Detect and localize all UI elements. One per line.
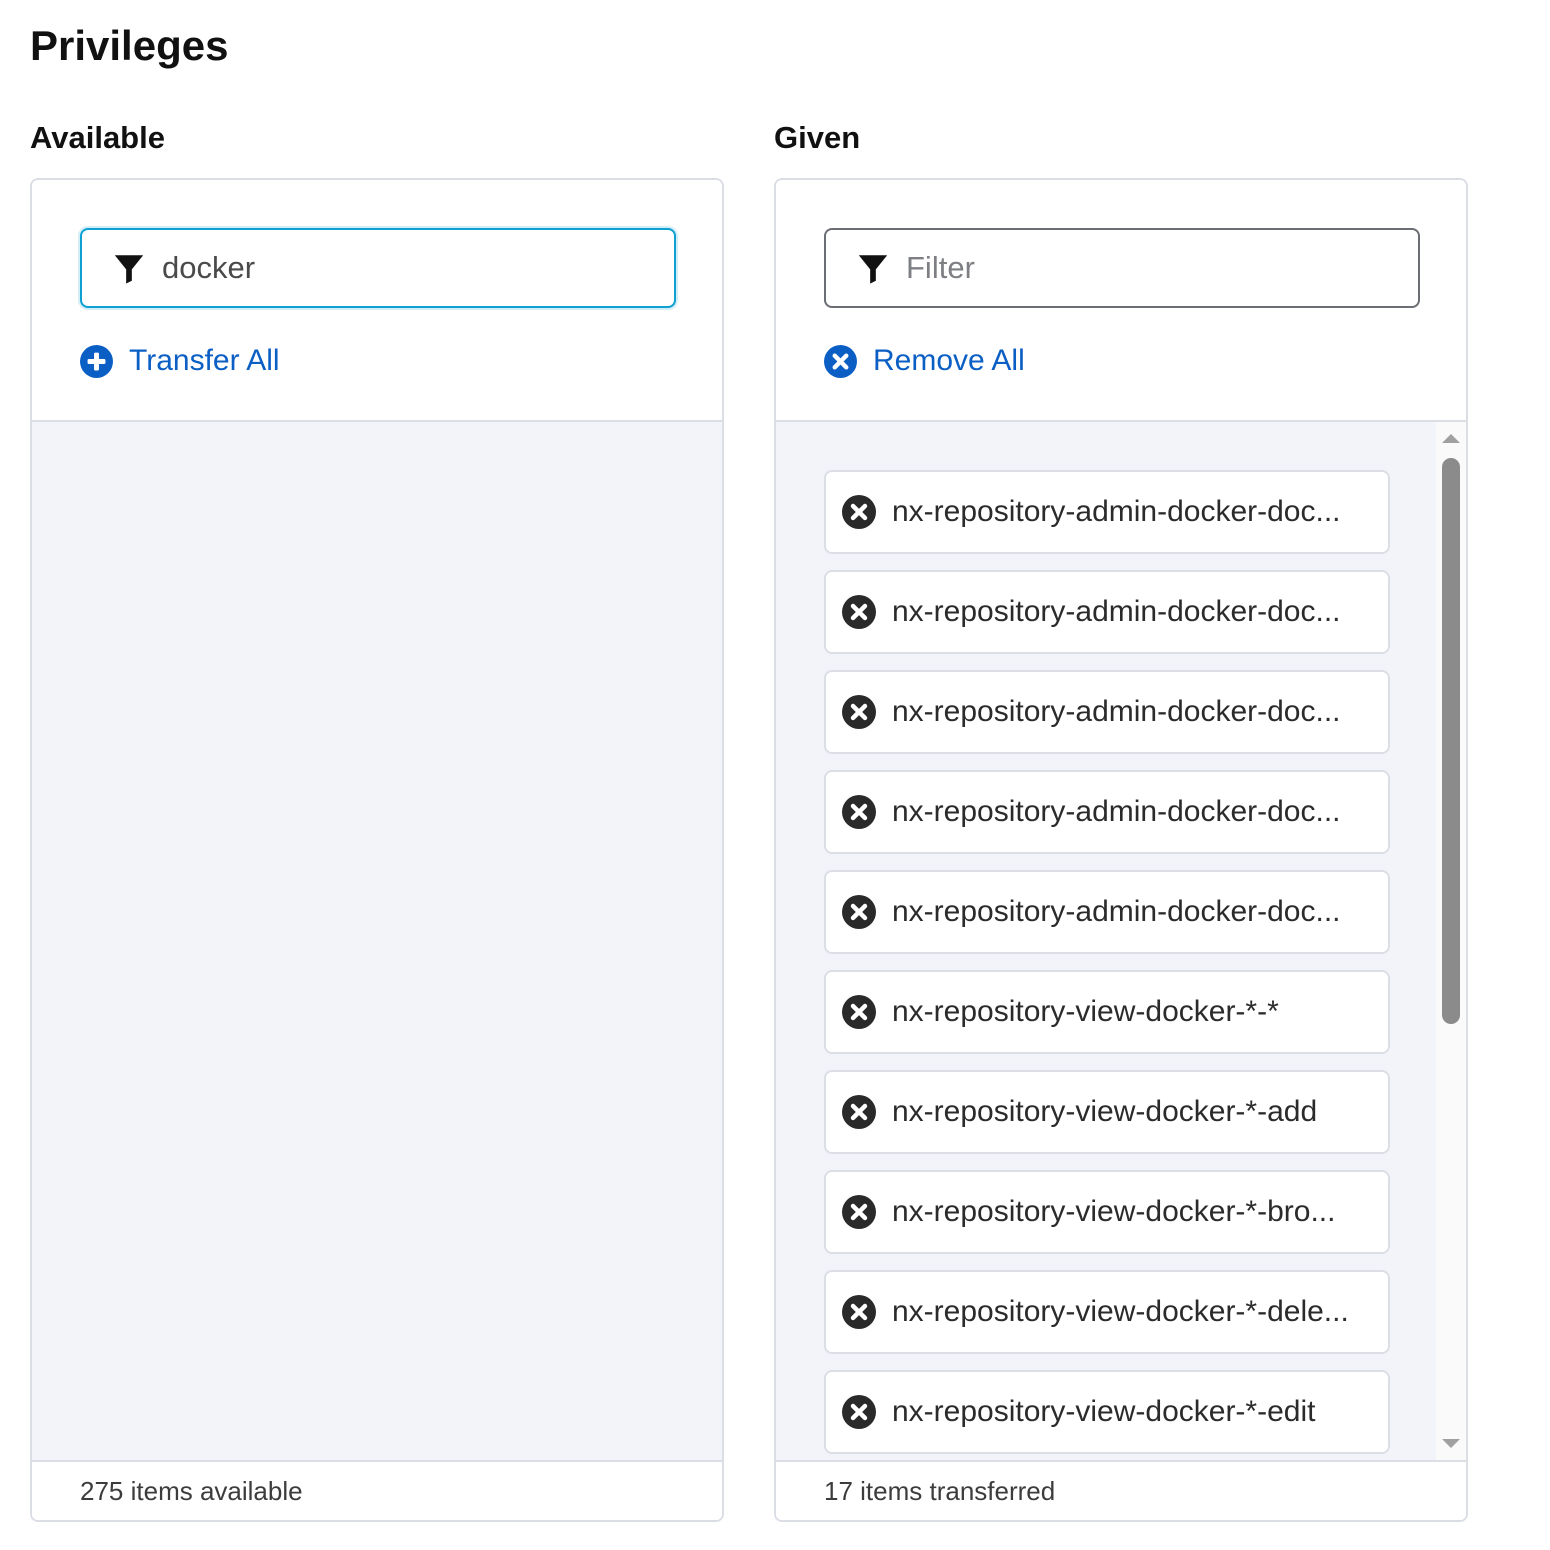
given-item-label: nx-repository-admin-docker-doc... — [892, 695, 1341, 728]
given-panel: Remove All nx-repository-admin-docker-do… — [774, 178, 1468, 1522]
given-items: nx-repository-admin-docker-doc... nx-repo… — [824, 470, 1390, 1470]
given-list-item[interactable]: nx-repository-view-docker-*-* — [824, 970, 1390, 1054]
given-item-label: nx-repository-view-docker-*-* — [892, 995, 1279, 1028]
given-item-label: nx-repository-view-docker-*-dele... — [892, 1295, 1349, 1328]
x-circle-icon[interactable] — [842, 695, 876, 729]
given-item-label: nx-repository-view-docker-*-edit — [892, 1395, 1316, 1428]
x-circle-icon[interactable] — [842, 1295, 876, 1329]
given-list-item[interactable]: nx-repository-admin-docker-doc... — [824, 670, 1390, 754]
given-item-label: nx-repository-admin-docker-doc... — [892, 895, 1341, 928]
plus-circle-icon — [80, 344, 113, 378]
given-item-label: nx-repository-admin-docker-doc... — [892, 795, 1341, 828]
available-filter-box[interactable] — [80, 228, 676, 308]
transfer-all-label: Transfer All — [129, 344, 280, 377]
x-circle-icon[interactable] — [842, 595, 876, 629]
given-list-item[interactable]: nx-repository-view-docker-*-add — [824, 1070, 1390, 1154]
given-list-item[interactable]: nx-repository-view-docker-*-dele... — [824, 1270, 1390, 1354]
available-panel-header: Transfer All — [32, 180, 722, 422]
given-panel-header: Remove All — [776, 180, 1466, 422]
given-scrollbar[interactable] — [1436, 422, 1466, 1460]
x-circle-icon[interactable] — [842, 995, 876, 1029]
given-filter-box[interactable] — [824, 228, 1420, 308]
given-item-label: nx-repository-admin-docker-doc... — [892, 595, 1341, 628]
available-filter-input[interactable] — [162, 250, 642, 286]
x-circle-icon[interactable] — [842, 795, 876, 829]
available-panel: Transfer All 275 items available — [30, 178, 724, 1522]
available-heading: Available — [30, 120, 165, 155]
given-list-item[interactable]: nx-repository-admin-docker-doc... — [824, 770, 1390, 854]
given-list: nx-repository-admin-docker-doc... nx-repo… — [776, 422, 1466, 1460]
scroll-up-arrow-icon[interactable] — [1442, 434, 1460, 443]
scroll-down-arrow-icon[interactable] — [1442, 1439, 1460, 1448]
x-circle-icon[interactable] — [842, 895, 876, 929]
given-list-item[interactable]: nx-repository-view-docker-*-edit — [824, 1370, 1390, 1454]
remove-all-button[interactable]: Remove All — [824, 344, 1025, 378]
available-count: 275 items available — [32, 1460, 722, 1520]
given-item-label: nx-repository-admin-docker-doc... — [892, 495, 1341, 528]
given-item-label: nx-repository-view-docker-*-add — [892, 1095, 1318, 1128]
x-circle-icon — [824, 344, 857, 378]
page-title: Privileges — [30, 22, 229, 69]
filter-icon — [858, 255, 888, 284]
given-list-item[interactable]: nx-repository-view-docker-*-bro... — [824, 1170, 1390, 1254]
given-list-item[interactable]: nx-repository-admin-docker-doc... — [824, 470, 1390, 554]
x-circle-icon[interactable] — [842, 1095, 876, 1129]
given-list-item[interactable]: nx-repository-admin-docker-doc... — [824, 870, 1390, 954]
given-item-label: nx-repository-view-docker-*-bro... — [892, 1195, 1336, 1228]
given-heading: Given — [774, 120, 861, 155]
given-count: 17 items transferred — [776, 1460, 1466, 1520]
remove-all-label: Remove All — [873, 344, 1025, 377]
given-filter-input[interactable] — [906, 250, 1386, 286]
x-circle-icon[interactable] — [842, 1195, 876, 1229]
given-list-item[interactable]: nx-repository-admin-docker-doc... — [824, 570, 1390, 654]
x-circle-icon[interactable] — [842, 495, 876, 529]
filter-icon — [114, 255, 144, 284]
scrollbar-thumb[interactable] — [1442, 458, 1460, 1024]
transfer-all-button[interactable]: Transfer All — [80, 344, 280, 378]
x-circle-icon[interactable] — [842, 1395, 876, 1429]
available-list — [32, 422, 722, 1460]
